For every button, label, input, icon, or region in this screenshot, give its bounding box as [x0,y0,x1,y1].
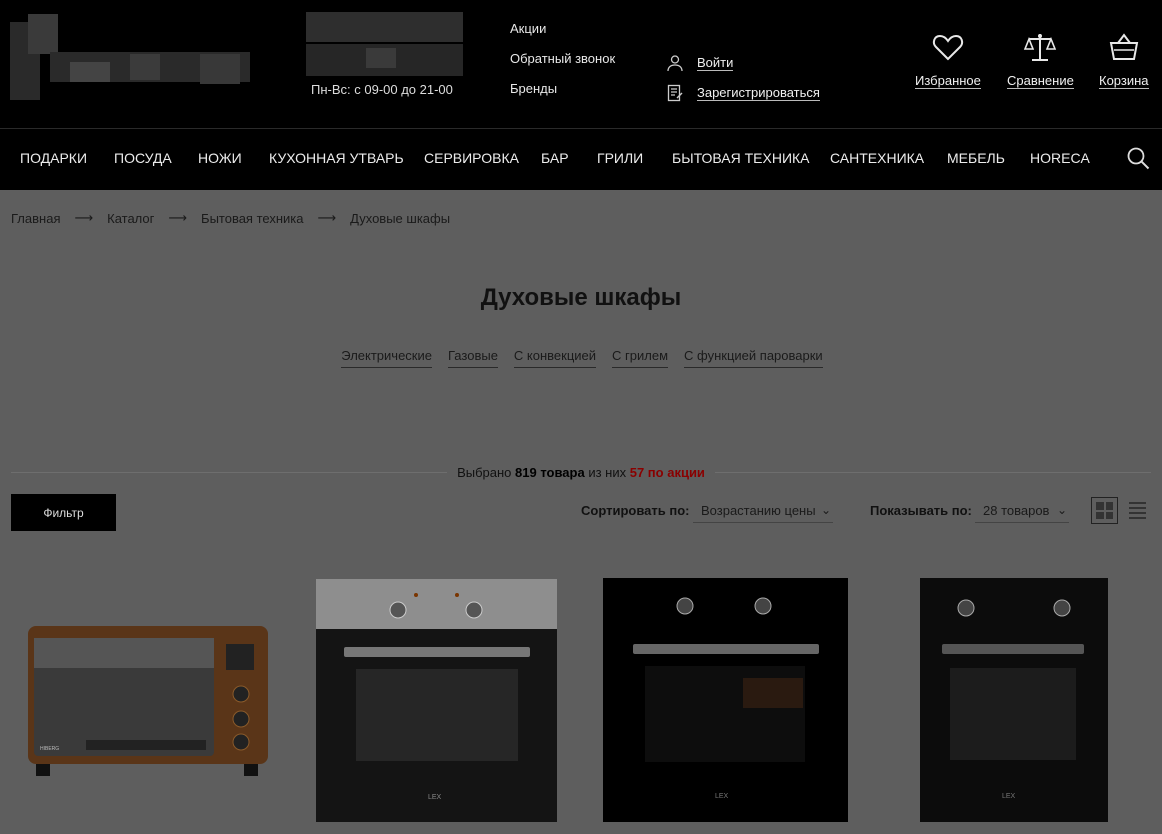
count-total: 819 товара [515,465,585,480]
nav-item-bar[interactable]: БАР [541,150,569,166]
per-page-label: Показывать по: [870,503,972,518]
sort-label: Сортировать по: [581,503,690,518]
login-link[interactable]: Войти [666,48,820,78]
product-brand-2: LEX [428,794,442,801]
sort-select[interactable]: Возрастанию цены ⌄ [693,503,833,523]
compare-link[interactable]: Сравнение [1007,30,1074,90]
header-divider [0,128,1162,129]
product-brand-3: LEX [715,793,729,800]
compare-label: Сравнение [1007,73,1074,89]
promo-link[interactable]: Акции [510,20,615,50]
quick-filters: Электрические Газовые С конвекцией С гри… [0,348,1162,368]
arrow-right-icon: ⟶ [317,210,337,225]
register-link[interactable]: Зарегистрироваться [666,78,820,108]
filter-grill[interactable]: С грилем [612,348,669,368]
cart-link[interactable]: Корзина [1099,30,1149,90]
top-links: Акции Обратный звонок Бренды [510,20,615,110]
product-brand-4: LEX [1002,793,1016,800]
scales-icon [1024,34,1057,61]
grid-view-icon[interactable] [1091,497,1118,524]
results-count: Выбрано 819 товара из них 57 по акции [0,465,1162,480]
favorites-label: Избранное [915,73,981,89]
brands-link[interactable]: Бренды [510,80,615,110]
cart-label: Корзина [1099,73,1149,89]
chevron-down-icon: ⌄ [1056,503,1067,517]
filter-gas[interactable]: Газовые [448,348,498,368]
product-image-3[interactable]: LEX [603,578,848,822]
product-image-2[interactable]: LEX [316,579,557,822]
breadcrumb: Главная ⟶ Каталог ⟶ Бытовая техника ⟶ Ду… [11,210,450,226]
arrow-right-icon: ⟶ [74,210,94,225]
arrow-right-icon: ⟶ [168,210,188,225]
count-prefix: Выбрано [457,465,512,480]
working-hours: Пн-Вс: с 09-00 до 21-00 [311,82,453,97]
nav-item-gifts[interactable]: ПОДАРКИ [20,150,87,166]
nav-item-dishes[interactable]: ПОСУДА [114,150,172,166]
filter-electric[interactable]: Электрические [341,348,432,368]
user-icon [667,55,683,72]
nav-item-plumbing[interactable]: САНТЕХНИКА [830,150,924,166]
nav-item-horeca[interactable]: HORECA [1030,150,1090,166]
login-label: Войти [697,55,734,71]
nav-item-knives[interactable]: НОЖИ [198,150,242,166]
callback-link[interactable]: Обратный звонок [510,50,615,80]
nav-item-grills[interactable]: ГРИЛИ [597,150,643,166]
breadcrumb-catalog[interactable]: Каталог [107,211,154,226]
filter-steam[interactable]: С функцией пароварки [684,348,823,368]
count-middle: из них [588,465,627,480]
product-image-1[interactable]: HIBERG [26,624,270,776]
nav-item-furniture[interactable]: МЕБЕЛЬ [947,150,1005,166]
breadcrumb-appliances[interactable]: Бытовая техника [201,211,303,226]
main-nav: ПОДАРКИ ПОСУДА НОЖИ КУХОННАЯ УТВАРЬ СЕРВ… [0,140,1162,176]
nav-item-serving[interactable]: СЕРВИРОВКА [424,150,519,166]
per-page-select[interactable]: 28 товаров ⌄ [975,503,1069,523]
register-label: Зарегистрироваться [697,85,820,101]
nav-item-kitchen-tools[interactable]: КУХОННАЯ УТВАРЬ [269,150,404,166]
heart-icon [932,34,964,61]
site-header: Пн-Вс: с 09-00 до 21-00 Акции Обратный з… [0,0,1162,190]
breadcrumb-home[interactable]: Главная [11,211,60,226]
per-page-value: 28 товаров [983,503,1050,518]
site-logo[interactable] [10,14,250,100]
nav-item-appliances[interactable]: БЫТОВАЯ ТЕХНИКА [672,150,810,166]
basket-icon [1109,33,1138,60]
filter-convection[interactable]: С конвекцией [513,348,597,368]
favorites-link[interactable]: Избранное [915,30,981,90]
count-promo-link[interactable]: 57 по акции [630,465,705,480]
list-view-icon[interactable] [1124,497,1151,524]
product-image-4[interactable]: LEX [920,578,1108,822]
register-icon [667,84,683,102]
chevron-down-icon: ⌄ [820,503,831,517]
phone-number[interactable] [306,12,463,78]
page-title: Духовые шкафы [480,284,682,311]
breadcrumb-current: Духовые шкафы [350,210,451,226]
filter-button[interactable]: Фильтр [11,494,116,531]
auth-links: Войти Зарегистрироваться [666,48,820,108]
sort-value: Возрастанию цены [701,503,816,518]
search-icon[interactable] [1126,146,1150,170]
product-brand-1: HIBERG [40,746,59,752]
